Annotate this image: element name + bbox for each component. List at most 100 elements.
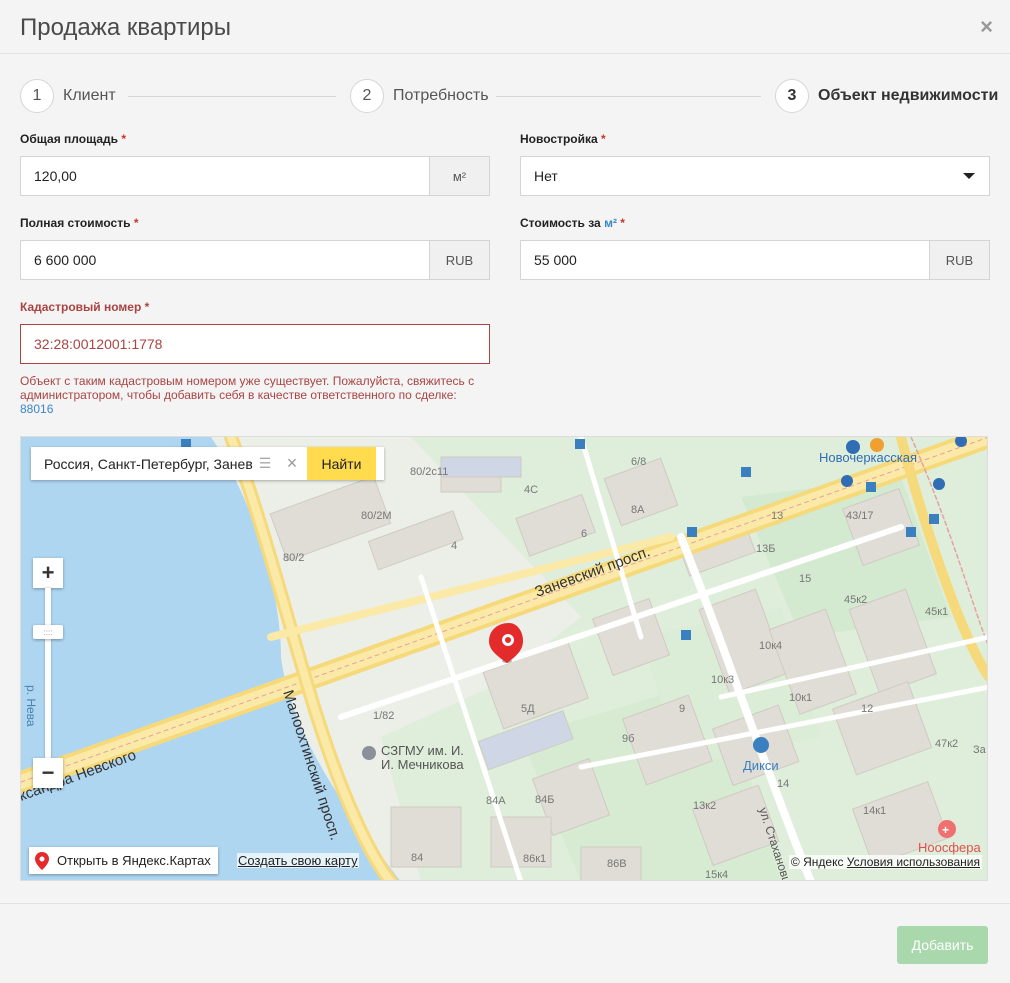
- open-in-yandex-maps-button[interactable]: Открыть в Яндекс.Картах: [29, 847, 218, 874]
- required-mark: *: [601, 132, 606, 146]
- house-number: 9б: [622, 733, 634, 745]
- zoom-out-button[interactable]: −: [33, 758, 63, 788]
- step-number: 1: [20, 79, 54, 113]
- house-number: 6/8: [631, 456, 646, 468]
- house-number: 5Д: [521, 703, 535, 715]
- add-button[interactable]: Добавить: [897, 926, 988, 964]
- close-icon[interactable]: ×: [980, 16, 993, 38]
- step-connector: [128, 96, 336, 97]
- required-mark: *: [121, 132, 127, 146]
- metro-icon: [841, 475, 853, 487]
- house-number: 80/2М: [361, 510, 392, 522]
- house-number: 47к2: [935, 738, 958, 750]
- required-mark: *: [144, 300, 150, 314]
- bus-stop-icon: [687, 527, 697, 537]
- map-pin-icon: [35, 851, 49, 870]
- new-building-select[interactable]: Нет: [520, 156, 990, 196]
- house-number: 12: [861, 703, 873, 715]
- house-number: 8А: [631, 504, 645, 516]
- price-per-m2-label: Стоимость за м² *: [520, 216, 625, 230]
- unit-link[interactable]: м²: [604, 216, 617, 230]
- bus-stop-icon: [575, 439, 585, 449]
- house-number: 15к4: [705, 869, 728, 881]
- house-number: 9: [679, 703, 685, 715]
- house-number: 45к2: [844, 594, 867, 606]
- house-number: 10к4: [759, 640, 782, 652]
- poi-label-szgmu: СЗГМУ им. И.: [381, 743, 464, 758]
- house-number: 4: [451, 540, 457, 552]
- house-number: 84А: [486, 795, 506, 807]
- step-connector: [496, 96, 761, 97]
- terms-link[interactable]: Условия использования: [847, 855, 980, 869]
- caret-down-icon: [963, 173, 975, 179]
- house-number: 43/17: [846, 510, 874, 522]
- label-text: Стоимость за: [520, 216, 601, 230]
- step-label: Объект недвижимости: [818, 87, 999, 104]
- currency-addon: RUB: [930, 240, 990, 280]
- area-unit-addon: м²: [430, 156, 490, 196]
- house-number: 10к1: [789, 692, 812, 704]
- house-number: 80/2с11: [410, 466, 448, 478]
- map-search-button[interactable]: Найти: [307, 447, 376, 480]
- house-number: 6: [581, 528, 587, 540]
- step-need[interactable]: 2 Потребность: [350, 79, 489, 113]
- house-number: За: [973, 744, 987, 756]
- error-text: Объект с таким кадастровым номером уже с…: [20, 374, 475, 402]
- house-number: 4С: [524, 484, 538, 496]
- label-text: Кадастровый номер: [20, 300, 142, 314]
- total-price-input[interactable]: 6 600 000: [20, 240, 430, 280]
- total-area-input[interactable]: 120,00: [20, 156, 430, 196]
- step-number: 2: [350, 79, 384, 113]
- house-number: 13: [771, 510, 783, 522]
- zoom-slider-track[interactable]: [45, 588, 51, 758]
- deal-link[interactable]: 88016: [20, 402, 500, 416]
- label-text: Общая площадь: [20, 132, 119, 146]
- zoom-slider-handle[interactable]: ::::: [33, 625, 63, 639]
- required-mark: *: [620, 216, 625, 230]
- bus-stop-icon: [906, 527, 916, 537]
- poi-label-noosfera: Ноосфера: [918, 840, 982, 855]
- map-search-input[interactable]: Россия, Санкт-Петербург, Заневс: [31, 447, 253, 480]
- house-number: 45к1: [925, 606, 948, 618]
- required-mark: *: [133, 216, 139, 230]
- house-number: 84Б: [535, 794, 554, 806]
- house-number: 86В: [607, 858, 627, 870]
- total-area-label: Общая площадь *: [20, 132, 126, 146]
- metro-icon: [933, 478, 945, 490]
- modal-title: Продажа квартиры: [20, 14, 231, 41]
- bus-stop-icon: [866, 482, 876, 492]
- house-number: 13Б: [756, 543, 775, 555]
- metro-label-novocherkasskaya: Новочеркасская: [819, 450, 917, 465]
- step-label: Клиент: [63, 87, 116, 104]
- copyright-text: © Яндекс: [790, 855, 844, 869]
- house-number: 10к3: [711, 674, 734, 686]
- metro-entrance-icon: [870, 438, 884, 452]
- poi-label-dixy: Дикси: [743, 758, 779, 773]
- step-number: 3: [775, 79, 809, 113]
- zoom-in-button[interactable]: +: [33, 558, 63, 588]
- svg-text:+: +: [942, 823, 949, 837]
- list-icon[interactable]: ☰: [253, 447, 277, 480]
- bus-stop-icon: [741, 467, 751, 477]
- river-label-neva: р. Нева: [24, 685, 38, 727]
- clear-icon[interactable]: ×: [277, 447, 307, 480]
- wizard-steps: 1 Клиент 2 Потребность 3 Объект недвижим…: [20, 79, 998, 115]
- yandex-map[interactable]: Заневский просп. Малоохтинский просп. кс…: [20, 436, 988, 881]
- map-search-bar: Россия, Санкт-Петербург, Заневс ☰ × Найт…: [31, 447, 384, 480]
- select-value: Нет: [534, 168, 558, 184]
- price-per-m2-input[interactable]: 55 000: [520, 240, 930, 280]
- cadastral-error-message: Объект с таким кадастровым номером уже с…: [20, 374, 500, 416]
- create-map-link[interactable]: Создать свою карту: [237, 853, 359, 868]
- house-number: 86к1: [523, 853, 546, 865]
- house-number: 14: [777, 778, 789, 790]
- university-icon: [362, 746, 376, 760]
- total-price-label: Полная стоимость *: [20, 216, 138, 230]
- map-canvas[interactable]: Заневский просп. Малоохтинский просп. кс…: [21, 437, 988, 881]
- cadastral-input[interactable]: 32:28:0012001:1778: [20, 324, 490, 364]
- step-property[interactable]: 3 Объект недвижимости: [775, 79, 998, 113]
- step-client[interactable]: 1 Клиент: [20, 79, 116, 113]
- currency-addon: RUB: [430, 240, 490, 280]
- label-text: Новостройка: [520, 132, 598, 146]
- poi-label-szgmu: И. Мечникова: [381, 757, 464, 772]
- metro-icon: [846, 440, 860, 454]
